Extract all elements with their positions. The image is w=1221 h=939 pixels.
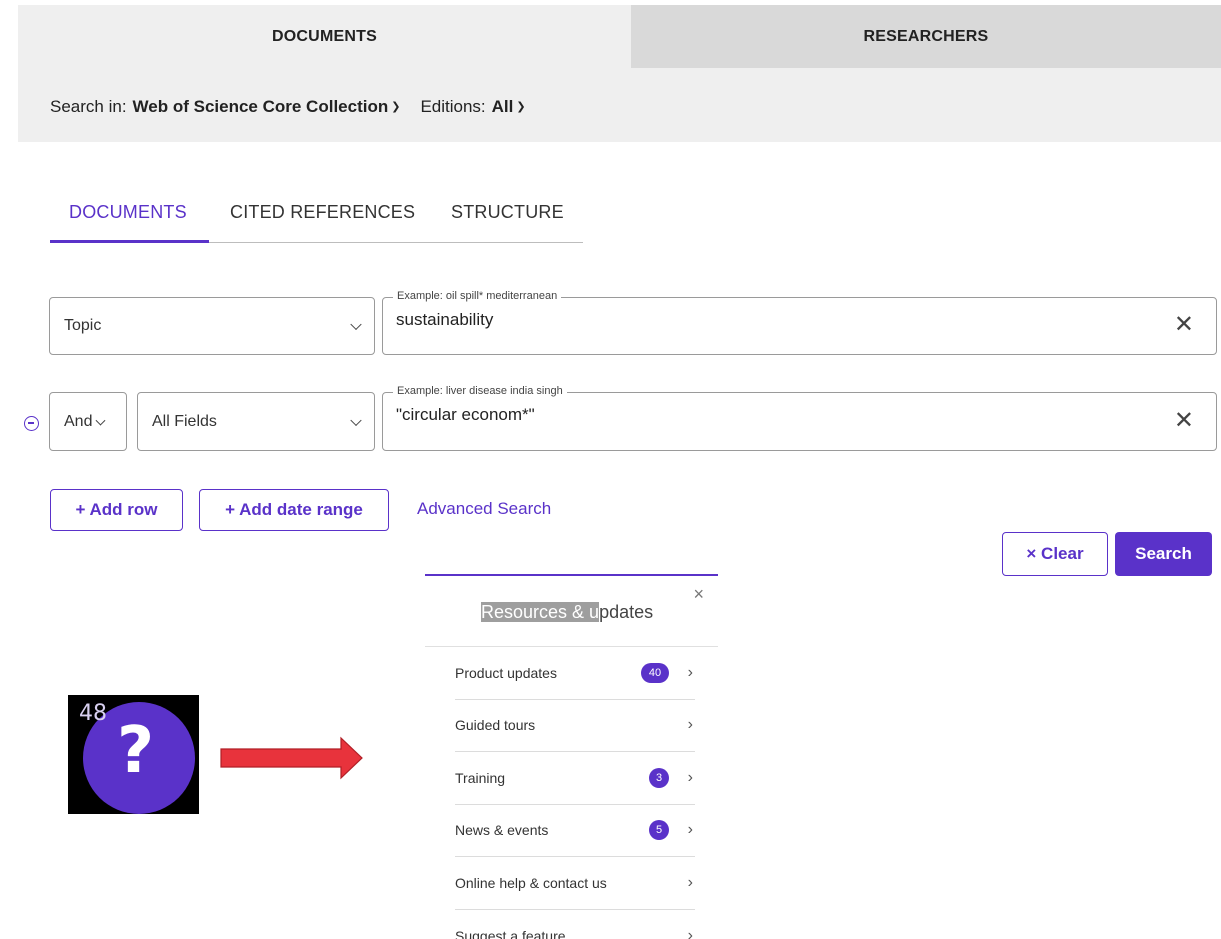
resource-item-guided-tours[interactable]: Guided tours › xyxy=(455,700,695,752)
search-input-value: "circular econom*" xyxy=(396,405,535,424)
question-mark-icon: ? xyxy=(117,714,155,788)
add-row-button[interactable]: + Add row xyxy=(50,489,183,531)
resources-title: Resources & updates xyxy=(481,602,654,622)
resource-item-label: Suggest a feature xyxy=(455,927,566,939)
search-header-panel: DOCUMENTS RESEARCHERS Search in: Web of … xyxy=(18,5,1221,142)
chevron-right-icon: › xyxy=(687,663,693,681)
field-select-label: All Fields xyxy=(152,412,217,430)
resource-item-product-updates[interactable]: Product updates 40 › xyxy=(455,647,695,700)
tab-cited-references[interactable]: CITED REFERENCES xyxy=(230,202,415,223)
chevron-right-icon: › xyxy=(687,821,693,839)
field-select-label: Topic xyxy=(64,317,102,334)
resource-item-suggest-feature[interactable]: Suggest a feature › xyxy=(455,910,695,939)
search-button[interactable]: Search xyxy=(1115,532,1212,576)
close-icon[interactable]: × xyxy=(693,584,704,605)
chevron-down-icon xyxy=(350,414,362,426)
editions-label: Editions: xyxy=(420,97,486,116)
resource-item-news-events[interactable]: News & events 5 › xyxy=(455,805,695,857)
search-in-bar: Search in: Web of Science Core Collectio… xyxy=(50,97,526,117)
chevron-down-icon: ❯ xyxy=(516,101,526,113)
resource-item-online-help[interactable]: Online help & contact us › xyxy=(455,857,695,910)
chevron-down-icon xyxy=(350,318,362,331)
chevron-right-icon: › xyxy=(687,768,693,786)
help-notification-count: 48 xyxy=(79,701,107,726)
search-input-placeholder: Example: oil spill* mediterranean xyxy=(393,290,562,302)
tab-researchers-top[interactable]: RESEARCHERS xyxy=(631,5,1221,68)
count-badge: 3 xyxy=(649,767,669,788)
advanced-search-link[interactable]: Advanced Search xyxy=(417,499,551,519)
clear-button[interactable]: × Clear xyxy=(1002,532,1108,576)
remove-row-icon[interactable] xyxy=(24,416,39,431)
operator-label: And xyxy=(64,412,93,430)
chevron-down-icon xyxy=(95,415,106,426)
resource-item-label: News & events xyxy=(455,822,549,839)
search-input-value: sustainability xyxy=(396,310,494,329)
resource-item-training[interactable]: Training 3 › xyxy=(455,752,695,805)
tab-documents-top[interactable]: DOCUMENTS xyxy=(18,5,631,68)
resources-list: Product updates 40 › Guided tours › Trai… xyxy=(455,647,695,939)
search-input-row-1[interactable]: Example: oil spill* mediterranean sustai… xyxy=(382,290,1217,355)
field-select-row-1[interactable]: Topic xyxy=(49,297,375,355)
chevron-down-icon: ❯ xyxy=(391,101,401,113)
search-input-placeholder: Example: liver disease india singh xyxy=(393,385,567,397)
resource-item-label: Guided tours xyxy=(455,717,536,734)
chevron-right-icon: › xyxy=(687,926,693,939)
search-type-tabs: DOCUMENTS CITED REFERENCES STRUCTURE xyxy=(50,198,583,243)
help-badge-image: ? 48 xyxy=(68,695,199,814)
resource-item-label: Product updates xyxy=(455,664,557,681)
search-in-label: Search in: xyxy=(50,97,127,116)
resource-item-label: Online help & contact us xyxy=(455,874,607,891)
editions-dropdown[interactable]: All ❯ xyxy=(492,97,526,117)
search-input-row-2[interactable]: Example: liver disease india singh "circ… xyxy=(382,385,1217,451)
field-select-row-2[interactable]: All Fields xyxy=(137,392,375,451)
chevron-right-icon: › xyxy=(687,716,693,734)
active-tab-indicator xyxy=(50,240,209,243)
chevron-right-icon: › xyxy=(687,873,693,891)
operator-select[interactable]: And xyxy=(49,392,127,451)
tab-documents[interactable]: DOCUMENTS xyxy=(69,202,187,223)
collection-dropdown[interactable]: Web of Science Core Collection ❯ xyxy=(133,97,401,117)
clear-input-icon[interactable]: ✕ xyxy=(1174,406,1194,435)
count-badge: 5 xyxy=(649,820,669,841)
count-badge: 40 xyxy=(641,662,669,683)
right-arrow-icon xyxy=(220,736,363,780)
add-date-range-button[interactable]: + Add date range xyxy=(199,489,389,531)
tab-structure[interactable]: STRUCTURE xyxy=(451,202,564,223)
resources-panel: × Resources & updates Product updates 40… xyxy=(425,574,718,939)
resource-item-label: Training xyxy=(455,769,506,786)
clear-input-icon[interactable]: ✕ xyxy=(1174,310,1194,339)
